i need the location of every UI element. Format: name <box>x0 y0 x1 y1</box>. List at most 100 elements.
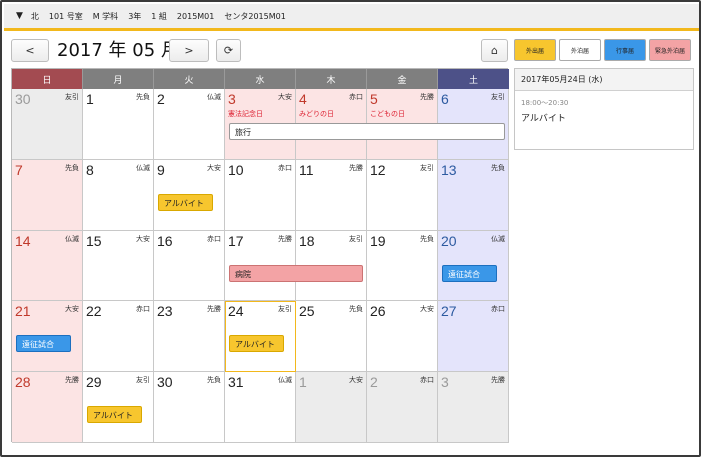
rokuyo-label: 仏滅 <box>491 234 505 243</box>
day-number: 6 <box>441 91 449 107</box>
day-number: 31 <box>228 374 244 391</box>
holiday-name: みどりの日 <box>299 110 334 118</box>
day-number: 23 <box>157 303 173 320</box>
day-cell[interactable]: 30 友引 <box>12 89 83 160</box>
event-chip[interactable]: 遠征試合 <box>442 264 497 282</box>
rokuyo-label: 友引 <box>420 163 434 172</box>
weekday-header: 金 <box>367 69 438 89</box>
day-cell[interactable]: 11 先勝 <box>296 159 367 231</box>
day-cell[interactable]: 31 仏滅 <box>225 372 296 443</box>
prev-month-button[interactable]: < <box>11 39 49 62</box>
day-number: 3 <box>228 91 236 107</box>
day-cell[interactable]: 30 先負 <box>154 372 225 443</box>
day-cell[interactable]: 2 赤口 <box>367 372 438 443</box>
day-number: 19 <box>370 232 386 249</box>
event-chip[interactable]: アルバイト <box>229 335 284 353</box>
day-number: 2 <box>370 374 378 391</box>
day-number: 4 <box>299 91 307 107</box>
weekday-header: 水 <box>225 69 296 89</box>
rokuyo-label: 友引 <box>65 93 79 101</box>
day-cell[interactable]: 15 大安 <box>83 230 154 302</box>
month-grid: 日月火水木金土 30 友引 1 先負 2 仏滅 3 大安 憲法記念日 4 赤口 みどりの日 5 先勝 こどもの… <box>11 68 509 443</box>
detail-date: 2017年05月24日 (水) <box>515 69 693 91</box>
info-bar: ▼ 北 101 号室 M 学科 3年 1 組 2015M01 センタ2015M0… <box>4 4 699 31</box>
rokuyo-label: 友引 <box>278 305 292 314</box>
day-cell[interactable]: 25 先負 <box>296 301 367 373</box>
weekday-header: 木 <box>296 69 367 89</box>
rokuyo-label: 赤口 <box>420 376 434 385</box>
rokuyo-label: 先負 <box>207 376 221 385</box>
day-cell[interactable]: 13 先負 <box>438 159 509 231</box>
day-cell[interactable]: 7 先負 <box>12 159 83 231</box>
day-cell[interactable]: 23 先勝 <box>154 301 225 373</box>
event-chip[interactable]: 病院 <box>229 264 363 282</box>
day-cell[interactable]: 12 友引 <box>367 159 438 231</box>
rokuyo-label: 大安 <box>207 163 221 172</box>
day-cell[interactable]: 27 赤口 <box>438 301 509 373</box>
rokuyo-label: 先勝 <box>65 376 79 385</box>
day-number: 29 <box>86 374 102 391</box>
legend-item[interactable]: 行事届 <box>604 39 646 61</box>
day-number: 25 <box>299 303 315 320</box>
legend-item[interactable]: 外泊届 <box>559 39 601 61</box>
home-button[interactable]: ⌂ <box>481 39 508 62</box>
day-cell[interactable]: 2 仏滅 <box>154 89 225 160</box>
rokuyo-label: 大安 <box>136 234 150 243</box>
day-number: 1 <box>86 91 94 107</box>
detail-title[interactable]: アルバイト <box>515 108 693 124</box>
day-number: 8 <box>86 161 94 178</box>
rokuyo-label: 仏滅 <box>136 163 150 172</box>
app-window: ▼ 北 101 号室 M 学科 3年 1 組 2015M01 センタ2015M0… <box>0 0 701 457</box>
collapse-icon[interactable]: ▼ <box>16 11 23 21</box>
next-month-button[interactable]: > <box>169 39 209 62</box>
day-cell[interactable]: 1 先負 <box>83 89 154 160</box>
day-number: 3 <box>441 374 449 391</box>
day-cell[interactable]: 28 先勝 <box>12 372 83 443</box>
rokuyo-label: 友引 <box>349 234 363 243</box>
refresh-button[interactable]: ⟳ <box>216 39 241 62</box>
day-number: 5 <box>370 91 378 107</box>
holiday-name: こどもの日 <box>370 110 405 118</box>
day-cell[interactable]: 10 赤口 <box>225 159 296 231</box>
day-number: 10 <box>228 161 244 178</box>
rokuyo-label: 赤口 <box>349 93 363 101</box>
event-chip[interactable]: 遠征試合 <box>16 335 71 353</box>
rokuyo-label: 先負 <box>420 234 434 243</box>
event-chip[interactable]: アルバイト <box>158 193 213 211</box>
day-number: 30 <box>15 91 31 107</box>
day-number: 17 <box>228 232 244 249</box>
rokuyo-label: 仏滅 <box>278 376 292 385</box>
rokuyo-label: 赤口 <box>278 163 292 172</box>
rokuyo-label: 先勝 <box>349 163 363 172</box>
day-cell[interactable]: 8 仏滅 <box>83 159 154 231</box>
day-number: 13 <box>441 161 457 178</box>
rokuyo-label: 赤口 <box>207 234 221 243</box>
day-number: 24 <box>228 303 244 320</box>
rokuyo-label: 大安 <box>349 376 363 385</box>
weekday-header: 土 <box>438 69 509 89</box>
day-cell[interactable]: 16 赤口 <box>154 230 225 302</box>
rokuyo-label: 赤口 <box>491 305 505 314</box>
rokuyo-label: 仏滅 <box>207 93 221 101</box>
refresh-icon: ⟳ <box>223 44 234 57</box>
day-cell[interactable]: 1 大安 <box>296 372 367 443</box>
home-icon: ⌂ <box>491 44 498 57</box>
event-chip[interactable]: 旅行 <box>229 123 505 140</box>
day-number: 18 <box>299 232 315 249</box>
day-cell[interactable]: 3 先勝 <box>438 372 509 443</box>
info-class: 1 組 <box>151 11 167 21</box>
legend-item[interactable]: 外出届 <box>514 39 556 61</box>
legend-item[interactable]: 緊急外泊届 <box>649 39 691 61</box>
event-chip[interactable]: アルバイト <box>87 406 142 424</box>
detail-time: 18:00〜20:30 <box>521 99 569 107</box>
day-number: 7 <box>15 161 23 178</box>
info-room: 101 号室 <box>48 11 83 21</box>
day-cell[interactable]: 26 大安 <box>367 301 438 373</box>
day-cell[interactable]: 22 赤口 <box>83 301 154 373</box>
rokuyo-label: 先負 <box>491 163 505 172</box>
day-cell[interactable]: 14 仏滅 <box>12 230 83 302</box>
month-title: 2017 年 05 月 <box>57 40 179 61</box>
rokuyo-label: 先負 <box>349 305 363 314</box>
day-number: 28 <box>15 374 31 391</box>
day-cell[interactable]: 19 先負 <box>367 230 438 302</box>
